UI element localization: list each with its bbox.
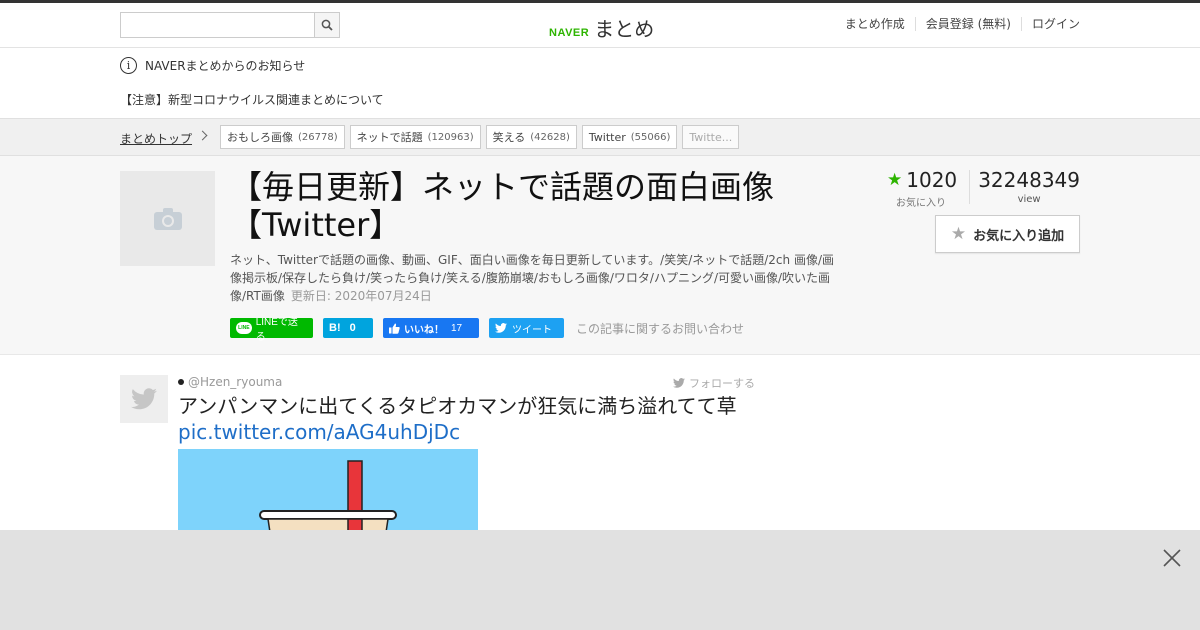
tag-label: Twitte... <box>689 130 733 144</box>
tweet-label: ツイート <box>512 324 552 336</box>
search-input[interactable] <box>121 13 315 37</box>
register-link[interactable]: 会員登録 (無料) <box>914 17 1021 31</box>
views-label: view <box>1017 194 1041 205</box>
breadcrumb-top-link[interactable]: まとめトップ <box>120 130 192 147</box>
follow-button[interactable]: フォローする <box>673 375 755 391</box>
favorites-count: 1020 <box>906 168 958 192</box>
twitter-bird-icon <box>673 378 685 388</box>
camera-icon <box>153 207 182 230</box>
views-count: 32248349 <box>978 168 1080 192</box>
contact-link[interactable]: この記事に関するお問い合わせ <box>576 320 744 337</box>
tag-label: 笑える <box>492 131 526 144</box>
line-label: LINEで送る <box>255 317 298 343</box>
tag-count: (120963) <box>427 131 474 143</box>
follow-label: フォローする <box>689 377 755 390</box>
tapioca-drink-illustration <box>259 460 397 539</box>
ad-overlay <box>0 530 1200 630</box>
search-icon <box>321 19 333 31</box>
fb-like-label: いいね！ <box>404 324 444 336</box>
share-bar: LINE LINEで送る B! 0 いいね！ 17 ツイート この記事に関するお問い合… <box>230 317 744 343</box>
hatena-count: 0 <box>349 322 356 334</box>
updated-date: 更新日: 2020年07月24日 <box>290 289 432 303</box>
search-box <box>120 12 340 38</box>
tweet-image[interactable] <box>178 449 478 539</box>
favorites-stat: ★ 1020 お気に入り <box>887 168 957 209</box>
breadcrumb: まとめトップ おもしろ画像 (26778) ネットで話題 (120963) 笑える (… <box>0 118 1200 156</box>
article-thumbnail <box>120 171 215 266</box>
tag-label: おもしろ画像 <box>227 131 293 144</box>
thumbs-up-icon <box>389 323 400 334</box>
bullet-icon <box>178 379 184 385</box>
tag-net-wadai[interactable]: ネットで話題 (120963) <box>349 125 481 149</box>
hatena-icon: B! <box>329 322 341 334</box>
facebook-like-button[interactable]: いいね！ 17 <box>383 318 479 338</box>
chevron-right-icon <box>197 130 208 141</box>
twitter-bird-icon <box>131 388 157 410</box>
logo-name: まとめ <box>594 17 655 41</box>
tag-list: おもしろ画像 (26778) ネットで話題 (120963) 笑える (42628) … <box>220 125 744 149</box>
article-summary: 【毎日更新】ネットで話題の面白画像【Twitter】 ネット、Twitterで話… <box>0 156 1200 355</box>
add-favorite-label: お気に入り追加 <box>973 228 1065 244</box>
stats-divider <box>969 170 970 204</box>
login-link[interactable]: ログイン <box>1020 17 1080 31</box>
tag-count: (55066) <box>630 131 671 143</box>
logo-brand: NAVER <box>549 27 590 39</box>
notice-item[interactable]: 【注意】新型コロナウイルス関連まとめについて <box>120 91 384 108</box>
close-icon[interactable] <box>1162 548 1182 568</box>
create-matome-link[interactable]: まとめ作成 <box>835 17 915 31</box>
tweet-pic-link[interactable]: pic.twitter.com/aAG4uhDjDc <box>178 419 460 445</box>
header-nav: まとめ作成 会員登録 (無料) ログイン <box>835 17 1080 31</box>
star-icon: ★ <box>950 224 967 244</box>
line-icon: LINE <box>236 322 252 334</box>
tag-twitter[interactable]: Twitter (55066) <box>581 125 678 149</box>
notice-heading[interactable]: i NAVERまとめからのお知らせ <box>120 57 305 74</box>
line-share-button[interactable]: LINE LINEで送る <box>230 317 313 343</box>
tweet-text: アンパンマンに出てくるタピオカマンが狂気に満ち溢れてて草 <box>178 394 737 418</box>
tag-count: (26778) <box>298 131 338 143</box>
tag-waraeru[interactable]: 笑える (42628) <box>485 125 577 149</box>
tag-omoshiro[interactable]: おもしろ画像 (26778) <box>220 125 345 149</box>
article-title: 【毎日更新】ネットで話題の面白画像【Twitter】 <box>230 168 775 244</box>
tag-count: (42628) <box>530 131 570 143</box>
favorites-label: お気に入り <box>896 198 946 209</box>
add-favorite-button[interactable]: ★ お気に入り追加 <box>935 215 1080 253</box>
star-icon: ★ <box>887 170 903 190</box>
site-header: NAVER まとめ まとめ作成 会員登録 (無料) ログイン <box>0 3 1200 48</box>
tag-label: Twitter <box>588 130 626 144</box>
fb-like-count: 17 <box>451 322 463 334</box>
tweet-user[interactable]: @Hzen_ryouma <box>178 375 282 389</box>
search-button[interactable] <box>314 13 339 37</box>
tweet-button[interactable]: ツイート <box>489 318 564 338</box>
twitter-bird-icon <box>495 323 507 333</box>
avatar[interactable] <box>120 375 168 423</box>
site-logo[interactable]: NAVER まとめ <box>549 13 654 42</box>
views-stat: 32248349 view <box>978 168 1080 205</box>
tweet-username: @Hzen_ryouma <box>188 375 283 389</box>
info-icon: i <box>120 57 137 74</box>
tag-label: ネットで話題 <box>356 131 423 144</box>
hatena-bookmark-button[interactable]: B! 0 <box>323 318 373 338</box>
notice-heading-text: NAVERまとめからのお知らせ <box>145 59 306 73</box>
tag-more[interactable]: Twitte... <box>682 125 740 149</box>
article-description: ネット、Twitterで話題の画像、動画、GIF、面白い画像を毎日更新しています… <box>230 251 842 305</box>
